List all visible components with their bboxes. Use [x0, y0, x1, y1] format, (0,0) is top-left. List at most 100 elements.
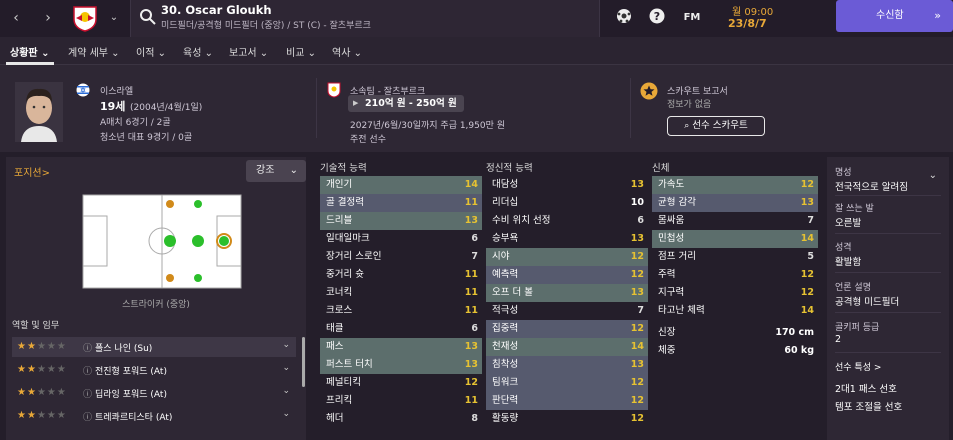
technical-attribute-row[interactable]: 일대일마크 6 — [320, 230, 482, 248]
traits-header[interactable]: 선수 특성 > — [835, 360, 881, 373]
tab-compare[interactable]: 비교 ⌄ — [286, 44, 316, 59]
chevron-down-icon[interactable]: ⌄ — [104, 8, 124, 28]
attribute-label: 코너킥 — [326, 287, 353, 298]
chevron-down-icon[interactable]: ⌄ — [282, 340, 290, 350]
technical-attribute-row[interactable]: 중거리 슛 11 — [320, 266, 482, 284]
personality-label: 성격 — [835, 243, 852, 253]
technical-attribute-row[interactable]: 드리블 13 — [320, 212, 482, 230]
chevron-down-icon[interactable]: ⌄ — [282, 409, 290, 419]
technical-attribute-row[interactable]: 크로스 11 — [320, 302, 482, 320]
mental-attribute-row[interactable]: 활동량 12 — [486, 410, 648, 428]
height-label: 신장 — [658, 327, 676, 338]
help-icon[interactable]: ? — [647, 8, 667, 28]
mental-attribute-row[interactable]: 천재성 14 — [486, 338, 648, 356]
technical-attribute-row[interactable]: 헤더 8 — [320, 410, 482, 428]
attribute-label: 지구력 — [658, 287, 685, 298]
info-icon[interactable]: ⓘ — [83, 387, 92, 400]
tab-bar: 상황판 ⌄ 계약 세부 ⌄ 이적 ⌄ 육성 ⌄ 보고서 ⌄ 비교 ⌄ 역사 ⌄ — [0, 37, 953, 65]
technical-attribute-row[interactable]: 코너킥 11 — [320, 284, 482, 302]
physical-attribute-row[interactable]: 점프 거리 5 — [652, 248, 818, 266]
attribute-label: 가속도 — [658, 179, 685, 190]
tab-history[interactable]: 역사 ⌄ — [332, 44, 362, 59]
attribute-label: 태클 — [326, 323, 344, 334]
role-row[interactable]: ★★★★★ ⓘ 딥라잉 포워드 (At) ⌄ — [12, 383, 296, 403]
mental-attribute-row[interactable]: 적극성 7 — [486, 302, 648, 320]
role-row[interactable]: ★★★★★ ⓘ 트레콰르티스타 (At) ⌄ — [12, 406, 296, 426]
technical-attribute-row[interactable]: 패스 13 — [320, 338, 482, 356]
tab-label: 육성 — [183, 48, 202, 59]
mental-attribute-row[interactable]: 승부욕 13 — [486, 230, 648, 248]
tab-transfer[interactable]: 이적 ⌄ — [136, 44, 166, 59]
technical-header: 기술적 능력 — [320, 163, 367, 174]
search-icon[interactable] — [139, 8, 157, 26]
attribute-value: 14 — [800, 305, 814, 316]
physical-attribute-row[interactable]: 지구력 12 — [652, 284, 818, 302]
mental-attribute-row[interactable]: 예측력 12 — [486, 266, 648, 284]
divider — [835, 312, 941, 313]
attribute-value: 14 — [630, 341, 644, 352]
technical-attribute-row[interactable]: 페널티킥 12 — [320, 374, 482, 392]
attribute-value: 12 — [800, 269, 814, 280]
chevron-down-icon: ⌄ — [289, 165, 298, 176]
info-icon[interactable]: ⓘ — [83, 364, 92, 377]
mental-attribute-row[interactable]: 집중력 12 — [486, 320, 648, 338]
attribute-value: 11 — [464, 269, 478, 280]
attribute-value: 13 — [630, 233, 644, 244]
physical-attribute-row[interactable]: 몸싸움 7 — [652, 212, 818, 230]
tab-development[interactable]: 육성 ⌄ — [183, 44, 213, 59]
technical-attribute-row[interactable]: 장거리 스로인 7 — [320, 248, 482, 266]
weight-label: 체중 — [658, 345, 676, 356]
position-header[interactable]: 포지션> — [14, 164, 50, 179]
scout-player-button[interactable]: ⌕ 선수 스카우트 — [667, 116, 765, 136]
tab-contract[interactable]: 계약 세부 ⌄ — [68, 44, 120, 59]
technical-attribute-row[interactable]: 프리킥 11 — [320, 392, 482, 410]
attribute-label: 침착성 — [492, 359, 519, 370]
physical-attribute-row[interactable]: 주력 12 — [652, 266, 818, 284]
mental-attribute-row[interactable]: 오프 더 볼 13 — [486, 284, 648, 302]
info-icon[interactable]: ⓘ — [83, 410, 92, 423]
role-row[interactable]: ★★★★★ ⓘ 전진형 포워드 (At) ⌄ — [12, 360, 296, 380]
technical-attribute-row[interactable]: 태클 6 — [320, 320, 482, 338]
tab-overview[interactable]: 상황판 ⌄ — [10, 44, 49, 59]
technical-attribute-row[interactable]: 퍼스트 터치 13 — [320, 356, 482, 374]
chevron-down-icon[interactable]: ⌄ — [929, 170, 937, 181]
physical-attribute-row[interactable]: 민첩성 14 — [652, 230, 818, 248]
foot-label: 잘 쓰는 발 — [835, 204, 874, 214]
mental-attribute-row[interactable]: 수비 위치 선정 6 — [486, 212, 648, 230]
mental-attribute-row[interactable]: 팀워크 12 — [486, 374, 648, 392]
attribute-value: 12 — [800, 287, 814, 298]
youth-caps: 청소년 대표 9경기 / 0골 — [100, 133, 193, 143]
roles-label: 역할 및 임무 — [12, 321, 60, 331]
scrollbar[interactable] — [302, 337, 305, 387]
divider — [835, 233, 941, 234]
club-crest-icon[interactable] — [70, 4, 100, 32]
role-name: 폴스 나인 (Su) — [95, 344, 153, 354]
back-arrow-icon[interactable]: ‹ — [6, 8, 26, 28]
chevron-down-icon[interactable]: ⌄ — [282, 386, 290, 396]
divider — [316, 78, 317, 138]
physical-attribute-row[interactable]: 타고난 체력 14 — [652, 302, 818, 320]
attribute-label: 장거리 스로인 — [326, 251, 382, 262]
mental-attribute-row[interactable]: 리더십 10 — [486, 194, 648, 212]
forward-arrow-icon[interactable]: › — [38, 8, 58, 28]
football-icon[interactable] — [614, 8, 634, 28]
technical-attribute-row[interactable]: 골 결정력 11 — [320, 194, 482, 212]
info-icon[interactable]: ⓘ — [83, 341, 92, 354]
scout-player-label: 선수 스카우트 — [692, 120, 748, 131]
mental-attribute-row[interactable]: 판단력 12 — [486, 392, 648, 410]
gk-rating-value: 2 — [835, 334, 842, 345]
continue-button[interactable]: 수신함 » — [836, 0, 953, 32]
fm-logo[interactable]: FM — [680, 8, 704, 28]
mental-attribute-row[interactable]: 대담성 13 — [486, 176, 648, 194]
role-row[interactable]: ★★★★★ ⓘ 폴스 나인 (Su) ⌄ — [12, 337, 296, 357]
mental-attribute-row[interactable]: 시야 12 — [486, 248, 648, 266]
technical-attribute-row[interactable]: 개인기 14 — [320, 176, 482, 194]
international-caps: A매치 6경기 / 2골 — [100, 118, 171, 128]
physical-attribute-row[interactable]: 가속도 12 — [652, 176, 818, 194]
tab-reports[interactable]: 보고서 ⌄ — [229, 44, 268, 59]
chevron-down-icon[interactable]: ⌄ — [282, 363, 290, 373]
physical-attribute-row[interactable]: 균형 감각 13 — [652, 194, 818, 212]
mental-attribute-row[interactable]: 침착성 13 — [486, 356, 648, 374]
role-name: 딥라잉 포워드 (At) — [95, 390, 167, 400]
emphasis-dropdown[interactable]: 강조 ⌄ — [246, 160, 306, 182]
